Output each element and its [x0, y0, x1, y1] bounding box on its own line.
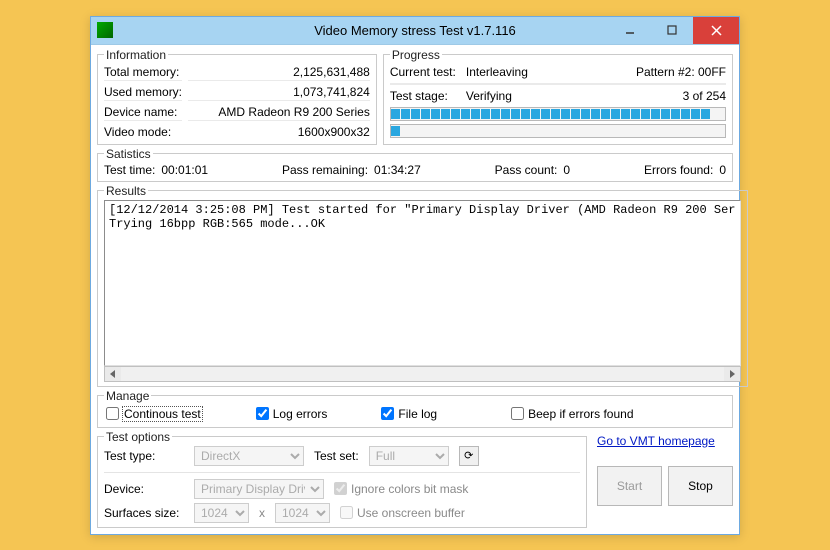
total-memory-label: Total memory:	[104, 64, 182, 81]
test-options-legend: Test options	[104, 430, 172, 444]
ignore-colors-checkbox[interactable]: Ignore colors bit mask	[334, 482, 468, 496]
scroll-left-icon[interactable]	[105, 367, 121, 381]
progress-bar-1	[390, 107, 726, 121]
results-textarea[interactable]: [12/12/2014 3:25:08 PM] Test started for…	[104, 200, 741, 366]
statistics-group: Satistics Test time: 00:01:01 Pass remain…	[97, 147, 733, 182]
surfaces-sep: x	[259, 506, 265, 520]
pass-remaining-value: 01:34:27	[374, 163, 421, 177]
pass-count-value: 0	[563, 163, 570, 177]
results-group: Results [12/12/2014 3:25:08 PM] Test sta…	[97, 184, 748, 387]
ignore-colors-label: Ignore colors bit mask	[351, 482, 468, 496]
maximize-button[interactable]	[651, 17, 693, 44]
pattern-label: Pattern #2: 00FF	[636, 64, 726, 80]
stop-button[interactable]: Stop	[668, 466, 733, 506]
device-name-value: AMD Radeon R9 200 Series	[188, 104, 370, 121]
test-set-label: Test set:	[314, 449, 359, 463]
results-hscrollbar[interactable]	[104, 366, 741, 382]
progress-bar-2	[390, 124, 726, 138]
information-legend: Information	[104, 48, 168, 62]
pass-remaining-label: Pass remaining:	[282, 163, 368, 177]
results-legend: Results	[104, 184, 148, 198]
video-mode-value: 1600x900x32	[188, 124, 370, 140]
current-test-label: Current test:	[390, 64, 456, 80]
minimize-button[interactable]	[609, 17, 651, 44]
start-button[interactable]: Start	[597, 466, 662, 506]
test-stage-value: Verifying	[466, 88, 626, 104]
video-mode-label: Video mode:	[104, 124, 182, 140]
refresh-icon: ⟳	[464, 449, 473, 462]
continuous-test-label: Continous test	[123, 407, 202, 421]
device-label: Device:	[104, 482, 184, 496]
app-window: Video Memory stress Test v1.7.116 Inform…	[90, 16, 740, 535]
information-group: Information Total memory: 2,125,631,488 …	[97, 48, 377, 145]
surface-height-select[interactable]: 1024	[275, 503, 330, 523]
app-icon	[97, 22, 113, 38]
total-memory-value: 2,125,631,488	[188, 64, 370, 81]
surface-width-select[interactable]: 1024	[194, 503, 249, 523]
progress-group: Progress Current test: Interleaving Patt…	[383, 48, 733, 145]
scroll-right-icon[interactable]	[724, 367, 740, 381]
file-log-checkbox[interactable]: File log	[381, 407, 437, 421]
pass-count-label: Pass count:	[495, 163, 558, 177]
manage-group: Manage Continous test Log errors File lo…	[97, 389, 733, 428]
manage-legend: Manage	[104, 389, 151, 403]
used-memory-label: Used memory:	[104, 84, 182, 101]
refresh-button[interactable]: ⟳	[459, 446, 479, 466]
stage-count: 3 of 254	[636, 88, 726, 104]
beep-label: Beep if errors found	[528, 407, 633, 421]
test-set-select[interactable]: Full	[369, 446, 449, 466]
test-options-group: Test options Test type: DirectX Test set…	[97, 430, 587, 528]
test-stage-label: Test stage:	[390, 88, 456, 104]
used-memory-value: 1,073,741,824	[188, 84, 370, 101]
test-type-select[interactable]: DirectX	[194, 446, 304, 466]
log-errors-label: Log errors	[273, 407, 328, 421]
test-time-value: 00:01:01	[161, 163, 208, 177]
current-test-value: Interleaving	[466, 64, 626, 80]
beep-checkbox[interactable]: Beep if errors found	[511, 407, 633, 421]
file-log-label: File log	[398, 407, 437, 421]
close-button[interactable]	[693, 17, 739, 44]
test-type-label: Test type:	[104, 449, 184, 463]
test-time-label: Test time:	[104, 163, 155, 177]
onscreen-buffer-checkbox[interactable]: Use onscreen buffer	[340, 506, 465, 520]
device-name-label: Device name:	[104, 104, 182, 121]
titlebar[interactable]: Video Memory stress Test v1.7.116	[91, 17, 739, 45]
homepage-link[interactable]: Go to VMT homepage	[597, 434, 733, 448]
device-select[interactable]: Primary Display Drive	[194, 479, 324, 499]
errors-found-label: Errors found:	[644, 163, 713, 177]
progress-legend: Progress	[390, 48, 442, 62]
surfaces-size-label: Surfaces size:	[104, 506, 184, 520]
log-errors-checkbox[interactable]: Log errors	[256, 407, 328, 421]
statistics-legend: Satistics	[104, 147, 153, 161]
continuous-test-checkbox[interactable]: Continous test	[106, 407, 202, 421]
errors-found-value: 0	[719, 163, 726, 177]
onscreen-label: Use onscreen buffer	[357, 506, 465, 520]
